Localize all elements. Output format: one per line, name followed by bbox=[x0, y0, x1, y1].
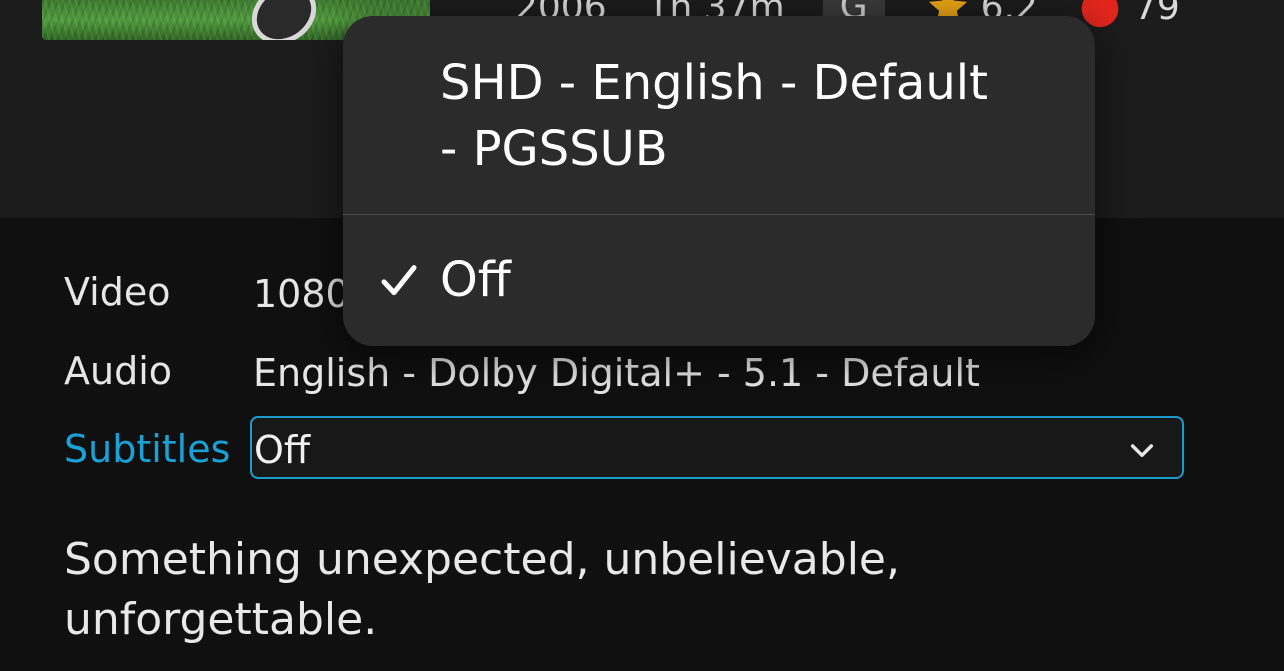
dropdown-option-shd-english[interactable]: SHD - English - Default - PGSSUB bbox=[343, 16, 1095, 214]
item-detail-page: 2006 1h 37m G 6.2 79 Video 1080 Audio En… bbox=[0, 0, 1284, 671]
dropdown-option-off[interactable]: Off bbox=[343, 215, 1095, 346]
checkmark-icon bbox=[381, 265, 417, 296]
video-value: 1080 bbox=[253, 272, 350, 316]
critic-rating: 79 bbox=[1133, 0, 1180, 28]
tagline: Something unexpected, unbelievable, unfo… bbox=[64, 534, 900, 645]
dropdown-option-label: Off bbox=[440, 252, 511, 308]
subtitles-dropdown-menu: SHD - English - Default - PGSSUB Off bbox=[343, 16, 1095, 346]
dropdown-option-label: SHD - English - Default - PGSSUB bbox=[440, 55, 988, 177]
subtitles-selected-value: Off bbox=[254, 428, 311, 472]
subtitles-label: Subtitles bbox=[64, 427, 231, 471]
video-label: Video bbox=[64, 270, 171, 314]
audio-label: Audio bbox=[64, 349, 173, 393]
subtitles-select[interactable]: Off bbox=[250, 416, 1184, 479]
chevron-down-icon bbox=[1130, 444, 1154, 458]
audio-value: English - Dolby Digital+ - 5.1 - Default bbox=[253, 351, 980, 395]
